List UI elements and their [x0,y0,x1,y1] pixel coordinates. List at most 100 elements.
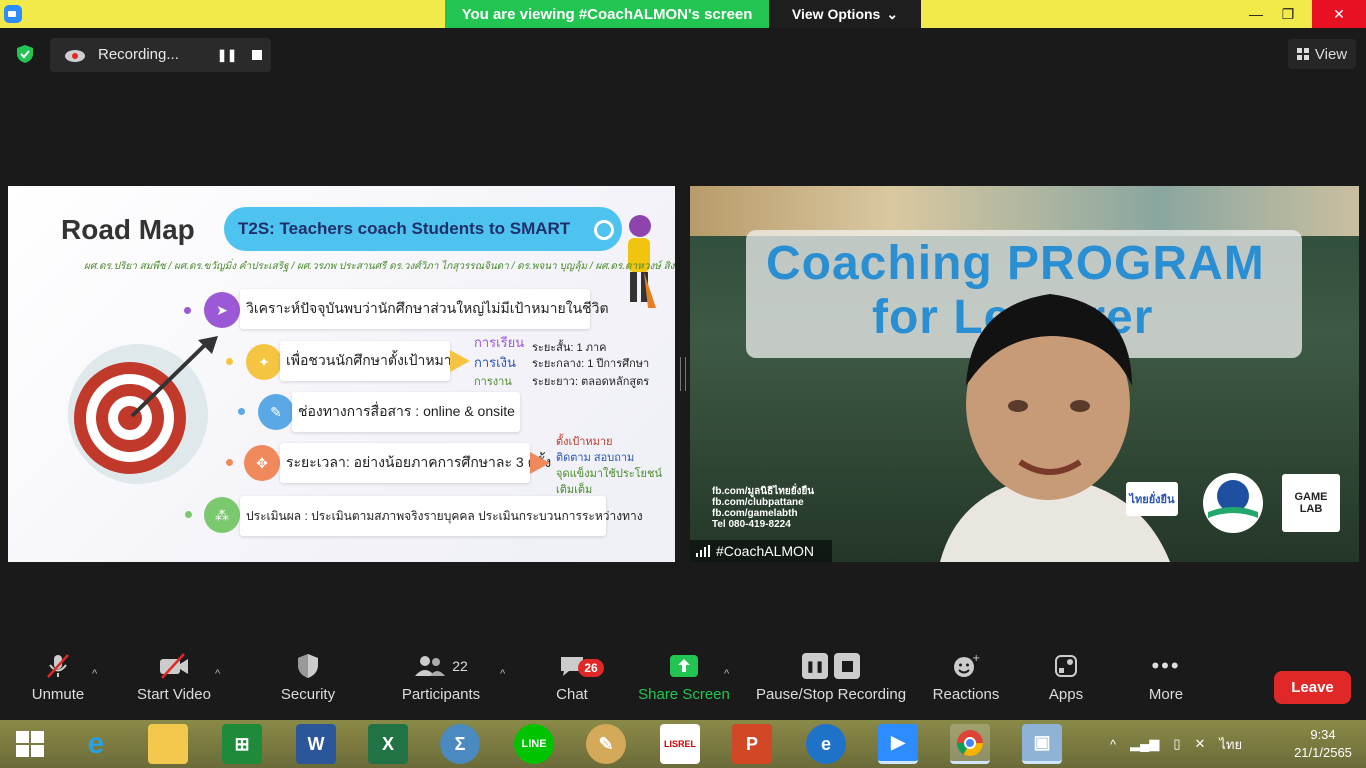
people-icon [415,656,446,676]
participants-button[interactable]: 22 Participants [396,646,486,720]
more-dots-icon: ••• [1151,653,1181,678]
term-long: ระยะยาว: ตลอดหลักสูตร [532,376,650,388]
chat-unread-badge: 26 [578,659,604,677]
apps-icon [1040,646,1092,686]
video-off-icon [132,646,216,686]
link-foundation: fb.com/มูลนิธิไทยยั่งยืน [712,486,815,497]
calculator-math-icon[interactable]: Σ [440,724,480,764]
store-icon[interactable]: ⊞ [222,724,262,764]
goal-money: การเงิน [474,355,516,370]
gamelab-logo: GAME LAB [1282,474,1340,532]
internet-explorer-icon[interactable]: e [76,724,116,764]
maximize-button[interactable]: ❐ [1268,0,1308,28]
slide-row-1: วิเคราะห์ปัจจุบันพบว่านักศึกษาส่วนใหญ่ไม… [240,289,609,329]
excel-icon[interactable]: X [368,724,408,764]
slide-row-2: เพื่อชวนนักศึกษาตั้งเป้าหมาย [280,341,460,381]
signal-icon [696,545,710,557]
network-icon: ⁂ [204,497,240,533]
pin-icon: ✦ [246,344,282,380]
stop-recording-button[interactable] [242,38,272,72]
share-arrow-icon [636,646,732,686]
pause-stop-recording-button[interactable]: ❚❚ Pause/Stop Recording [754,646,908,720]
share-screen-button[interactable]: Share Screen [636,646,732,720]
window-titlebar: You are viewing #CoachALMON's screen Vie… [0,0,1366,28]
view-layout-button[interactable]: View [1288,39,1356,69]
network-signal-icon[interactable]: ▂▄▆ [1130,736,1159,752]
bullet-dot [226,358,233,365]
smiley-plus-icon: + [928,646,1004,686]
audio-options-caret[interactable]: ^ [92,668,97,680]
security-button[interactable]: Security [270,646,346,720]
participants-options-caret[interactable]: ^ [500,668,505,680]
contact-links: fb.com/มูลนิธิไทยยั่งยืน fb.com/clubpatt… [712,486,814,530]
view-options-button[interactable]: View Options ⌄ [769,0,921,28]
input-language[interactable]: ไทย [1219,734,1242,755]
participant-name: #CoachALMON [716,543,815,559]
volume-muted-icon[interactable]: ✕ [1194,736,1205,752]
start-video-button[interactable]: Start Video [132,646,216,720]
phone-number: Tel 080-419-8224 [712,519,791,530]
mic-muted-icon [22,646,94,686]
viewing-banner: You are viewing #CoachALMON's screen [445,0,769,28]
apps-button[interactable]: Apps [1040,646,1092,720]
gear-icon: ✥ [244,445,280,481]
edge-icon[interactable]: e [806,724,846,764]
split-view-handle[interactable] [680,357,686,391]
view-label: View [1314,45,1348,63]
paint-icon[interactable]: ✎ [586,724,626,764]
svg-text:+: + [972,653,980,664]
battery-icon[interactable]: ▯ [1173,736,1180,752]
participants-label: Participants [401,686,481,703]
taskbar-clock[interactable]: 9:34 21/1/2565 [1290,726,1356,762]
windows-taskbar: e ⊞ W X Σ LINE ✎ LISREL P e ▶ ▣ ^ ▂▄▆ ▯ … [0,720,1366,768]
unmute-label: Unmute [31,686,85,703]
video-tile[interactable]: Coaching PROGRAM for Lecturer fb.com/มูล… [690,186,1359,562]
security-label: Security [280,686,336,703]
magnifier-icon [594,220,614,240]
video-title-line1: Coaching PROGRAM [766,237,1265,290]
system-tray: ^ ▂▄▆ ▯ ✕ ไทย [1110,720,1242,768]
remote-desktop-icon[interactable]: ▣ [1022,724,1062,764]
pause-recording-button[interactable]: ❚❚ [212,38,242,72]
more-label: More [1148,686,1184,703]
leave-button[interactable]: Leave [1274,671,1351,704]
tray-expand-icon[interactable]: ^ [1110,737,1116,752]
more-button[interactable]: ••• More [1138,646,1194,720]
bullet-dot [184,307,191,314]
file-explorer-icon[interactable] [148,724,188,764]
classroom-background [690,186,1359,236]
presenter-avatar [940,294,1170,562]
bullet-dot [226,459,233,466]
video-options-caret[interactable]: ^ [215,668,220,680]
unmute-button[interactable]: Unmute [22,646,94,720]
line-app-icon[interactable]: LINE [514,724,554,764]
start-video-label: Start Video [137,686,211,703]
term-mid: ระยะกลาง: 1 ปีการศึกษา [532,358,650,370]
windows-start-icon[interactable] [10,724,50,764]
powerpoint-icon[interactable]: P [732,724,772,764]
chat-button[interactable]: Chat [546,646,598,720]
goal-work: การงาน [474,376,512,388]
zoom-logo-icon [4,5,22,23]
apps-label: Apps [1048,686,1084,703]
slide-row-5: ประเมินผล : ประเมินตามสภาพจริงรายบุคคล ป… [240,496,643,536]
pause-icon: ❚❚ [802,653,828,679]
paper-plane-icon: ➤ [204,292,240,328]
shield-icon [270,646,346,686]
chrome-icon[interactable] [950,724,990,764]
lisrel-icon[interactable]: LISREL [660,724,700,764]
chat-label: Chat [556,686,588,703]
recording-indicator: Recording... ❚❚ [50,38,271,72]
slide-row-4: ระยะเวลา: อย่างน้อยภาคการศึกษาละ 3 ครั้ง [280,443,551,483]
word-icon[interactable]: W [296,724,336,764]
thai-sustainable-logo: ไทยยั่งยืน [1126,482,1178,516]
link-gamelab: fb.com/gamelabth [712,508,798,519]
shield-check-icon[interactable] [15,44,35,64]
cloud-recording-icon [65,50,85,62]
share-options-caret[interactable]: ^ [724,668,729,680]
zoom-taskbar-icon[interactable]: ▶ [878,724,918,764]
reactions-button[interactable]: + Reactions [928,646,1004,720]
pencil-icon: ✎ [258,394,294,430]
close-button[interactable]: ✕ [1312,0,1366,28]
participants-count: 22 [452,658,468,674]
